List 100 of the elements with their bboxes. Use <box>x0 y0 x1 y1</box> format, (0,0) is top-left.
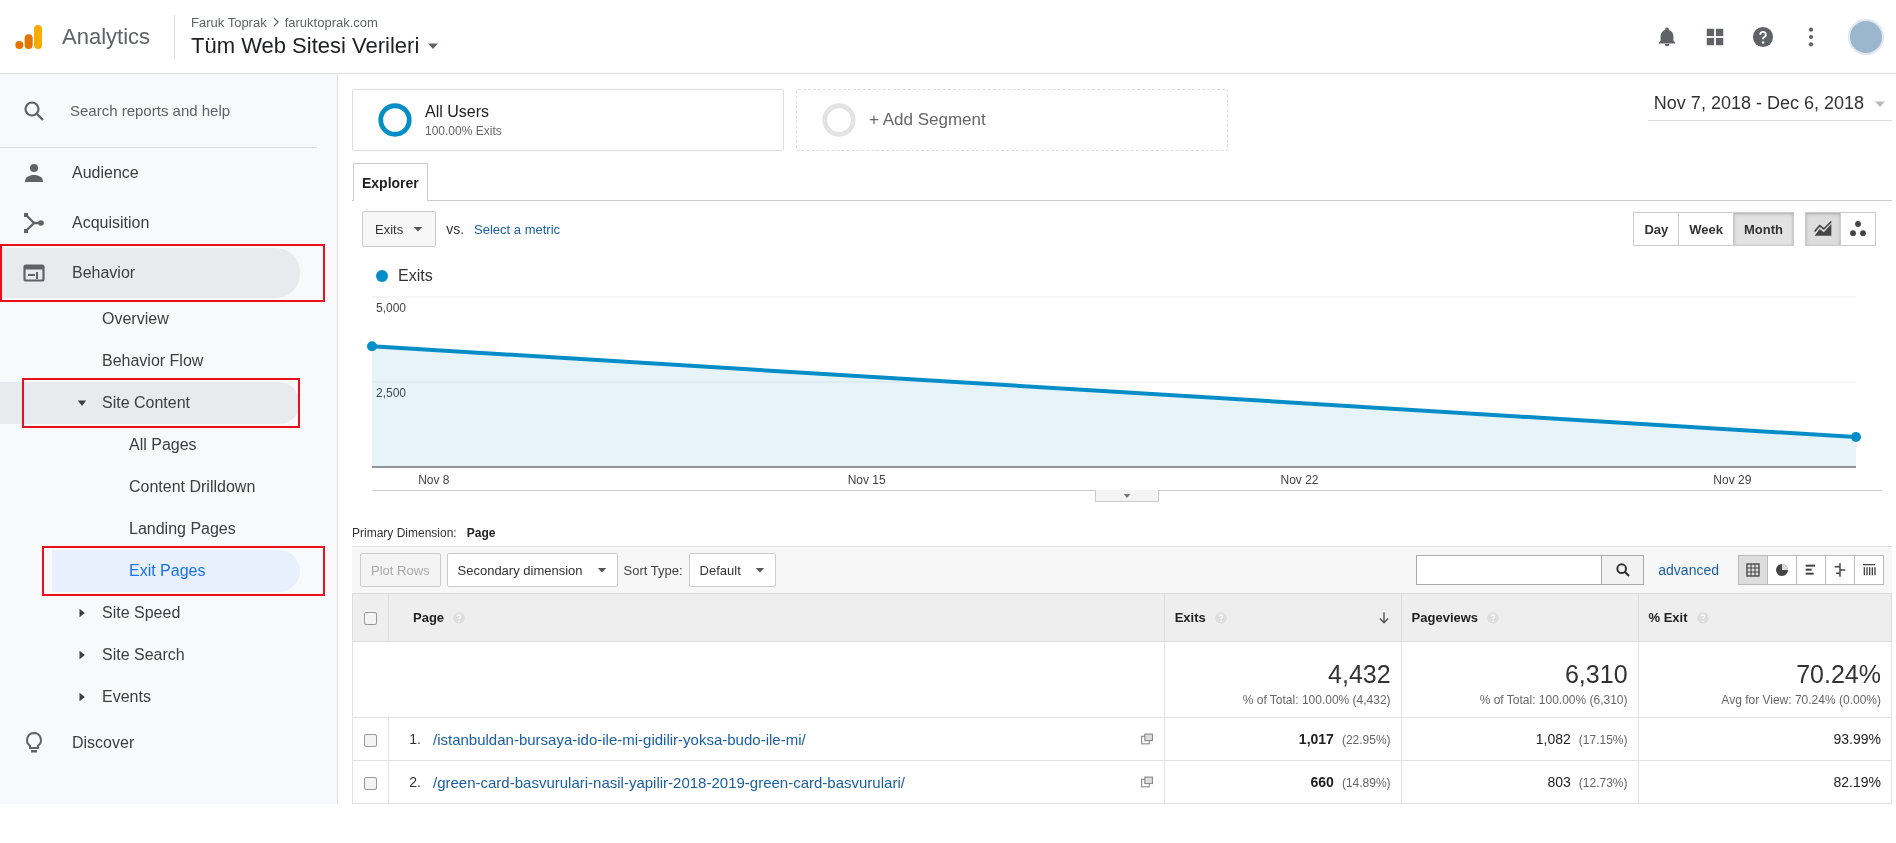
nav-item[interactable]: Overview <box>0 298 300 340</box>
data-point[interactable] <box>1851 432 1861 443</box>
view-name[interactable]: Tüm Web Sitesi Verileri <box>191 32 420 59</box>
caret-right-icon <box>77 650 87 660</box>
share-text: (17.15%) <box>1578 733 1628 747</box>
filter-field[interactable] <box>1416 555 1603 585</box>
nav-item[interactable]: Site Speed <box>0 592 300 634</box>
grid-icon <box>1745 562 1761 578</box>
table-cell: 1,082 <box>1535 731 1571 747</box>
ring-icon <box>377 102 413 138</box>
column-title: % Exit <box>1648 610 1688 625</box>
chart-mode-button[interactable] <box>1805 212 1841 246</box>
segment-detail: 100.00% Exits <box>425 123 502 138</box>
axis-label: Nov 8 <box>418 473 450 487</box>
caret-icon <box>1122 491 1132 500</box>
advanced-link[interactable]: advanced <box>1658 562 1719 578</box>
caret-right-icon <box>77 692 87 702</box>
caret-down-icon <box>77 398 87 408</box>
add-segment-button[interactable]: + Add Segment <box>796 89 1228 151</box>
row-checkbox[interactable] <box>364 733 377 747</box>
date-range-picker[interactable]: Nov 7, 2018 - Dec 6, 2018 <box>1647 93 1892 121</box>
nav-item[interactable]: Audience <box>0 148 300 198</box>
column-title: Pageviews <box>1411 610 1479 625</box>
axis-label: 2,500 <box>376 386 407 400</box>
view-toggle[interactable] <box>1767 555 1797 585</box>
column-header[interactable]: Page <box>388 593 1165 642</box>
search-button[interactable] <box>1602 555 1645 585</box>
data-point[interactable] <box>367 341 377 352</box>
nav-item[interactable]: Behavior <box>0 248 300 298</box>
nav-item[interactable]: Acquisition <box>0 198 300 248</box>
account-name[interactable]: Faruk Toprak <box>191 14 267 30</box>
total-value: 70.24% <box>1796 660 1881 689</box>
total-note: % of Total: 100.00% (6,310) <box>1479 693 1628 707</box>
search-icon <box>22 98 46 123</box>
total-note: Avg for View: 70.24% (0.00%) <box>1721 693 1881 707</box>
bell-icon[interactable] <box>1656 25 1678 48</box>
nav-item[interactable]: Events <box>0 676 300 718</box>
nav-item[interactable]: Site Search <box>0 634 300 676</box>
column-title: Exits <box>1174 610 1206 625</box>
metric-dropdown[interactable]: Exits <box>362 211 437 247</box>
granularity-button[interactable]: Week <box>1678 212 1734 246</box>
segment-card[interactable]: All Users 100.00% Exits <box>352 89 784 151</box>
nav-item[interactable]: Discover <box>0 718 300 768</box>
tab[interactable]: Explorer <box>353 163 428 201</box>
segment-name: All Users <box>425 102 490 121</box>
view-toggle[interactable] <box>1796 555 1826 585</box>
secondary-dimension-dropdown[interactable]: Secondary dimension <box>446 553 618 587</box>
help-icon[interactable] <box>1752 25 1774 48</box>
total-value: 4,432 <box>1328 660 1391 689</box>
page-link[interactable]: /istanbuldan-bursaya-ido-ile-mi-gidilir-yoksa-budo-ile-mi/ <box>433 730 806 748</box>
axis-label: 5,000 <box>376 301 407 315</box>
row-number: 1. <box>408 731 421 747</box>
column-header[interactable]: % Exit <box>1638 593 1892 642</box>
property-name[interactable]: faruktoprak.com <box>284 14 378 30</box>
avatar[interactable] <box>1848 18 1884 55</box>
page-link[interactable]: /green-card-basvurulari-nasil-yapilir-2018-2019-green-card-basvurulari/ <box>433 773 905 791</box>
add-segment-label: + Add Segment <box>869 110 986 130</box>
dimension-value[interactable]: Page <box>466 526 496 540</box>
sort-type-label: Sort Type: <box>623 562 683 578</box>
nav-item[interactable]: Behavior Flow <box>0 340 300 382</box>
select-metric-link[interactable]: Select a metric <box>474 221 561 237</box>
view-toggle[interactable] <box>1854 555 1884 585</box>
nav-item[interactable]: Site Content <box>0 382 300 424</box>
granularity-button[interactable]: Day <box>1633 212 1680 246</box>
column-header[interactable]: Pageviews <box>1401 593 1639 642</box>
column-header[interactable]: Exits <box>1164 593 1402 642</box>
granularity-button[interactable]: Month <box>1733 212 1794 246</box>
product-name: Analytics <box>62 23 151 50</box>
total-note: % of Total: 100.00% (4,432) <box>1242 693 1391 707</box>
table-cell: 93.99% <box>1833 731 1881 747</box>
sort-type-dropdown[interactable]: Default <box>688 553 776 587</box>
external-link-icon[interactable] <box>1139 732 1154 746</box>
axis-label: Nov 22 <box>1280 473 1319 487</box>
table-cell: 803 <box>1547 774 1571 790</box>
chart-mode-button[interactable] <box>1840 212 1876 246</box>
pivot-icon <box>1861 562 1877 578</box>
row-checkbox[interactable] <box>364 776 377 790</box>
view-toggle[interactable] <box>1738 555 1768 585</box>
nav-item[interactable]: All Pages <box>52 424 300 466</box>
view-toggle[interactable] <box>1825 555 1855 585</box>
table-cell: 660 <box>1310 774 1334 790</box>
table-cell: 1,017 <box>1298 731 1334 747</box>
dimension-label: Primary Dimension: <box>352 526 457 540</box>
external-link-icon[interactable] <box>1139 775 1154 789</box>
legend-label: Exits <box>398 267 433 285</box>
area-chart-icon <box>1813 219 1833 239</box>
nav-item[interactable]: Landing Pages <box>52 508 300 550</box>
total-value: 6,310 <box>1564 660 1628 689</box>
vs-label: vs. <box>446 221 465 237</box>
row-number: 2. <box>408 774 421 790</box>
table-cell: 82.19% <box>1833 774 1881 790</box>
ring-icon <box>821 102 857 138</box>
nav-item[interactable]: Exit Pages <box>52 550 300 592</box>
caret-right-icon <box>77 608 87 618</box>
search-field[interactable]: Search reports and help <box>0 74 317 148</box>
caret-icon <box>596 565 607 575</box>
branch-icon <box>22 211 46 235</box>
select-all-checkbox[interactable] <box>364 612 377 626</box>
collapse-handle[interactable] <box>1095 490 1159 502</box>
nav-item[interactable]: Content Drilldown <box>52 466 300 508</box>
